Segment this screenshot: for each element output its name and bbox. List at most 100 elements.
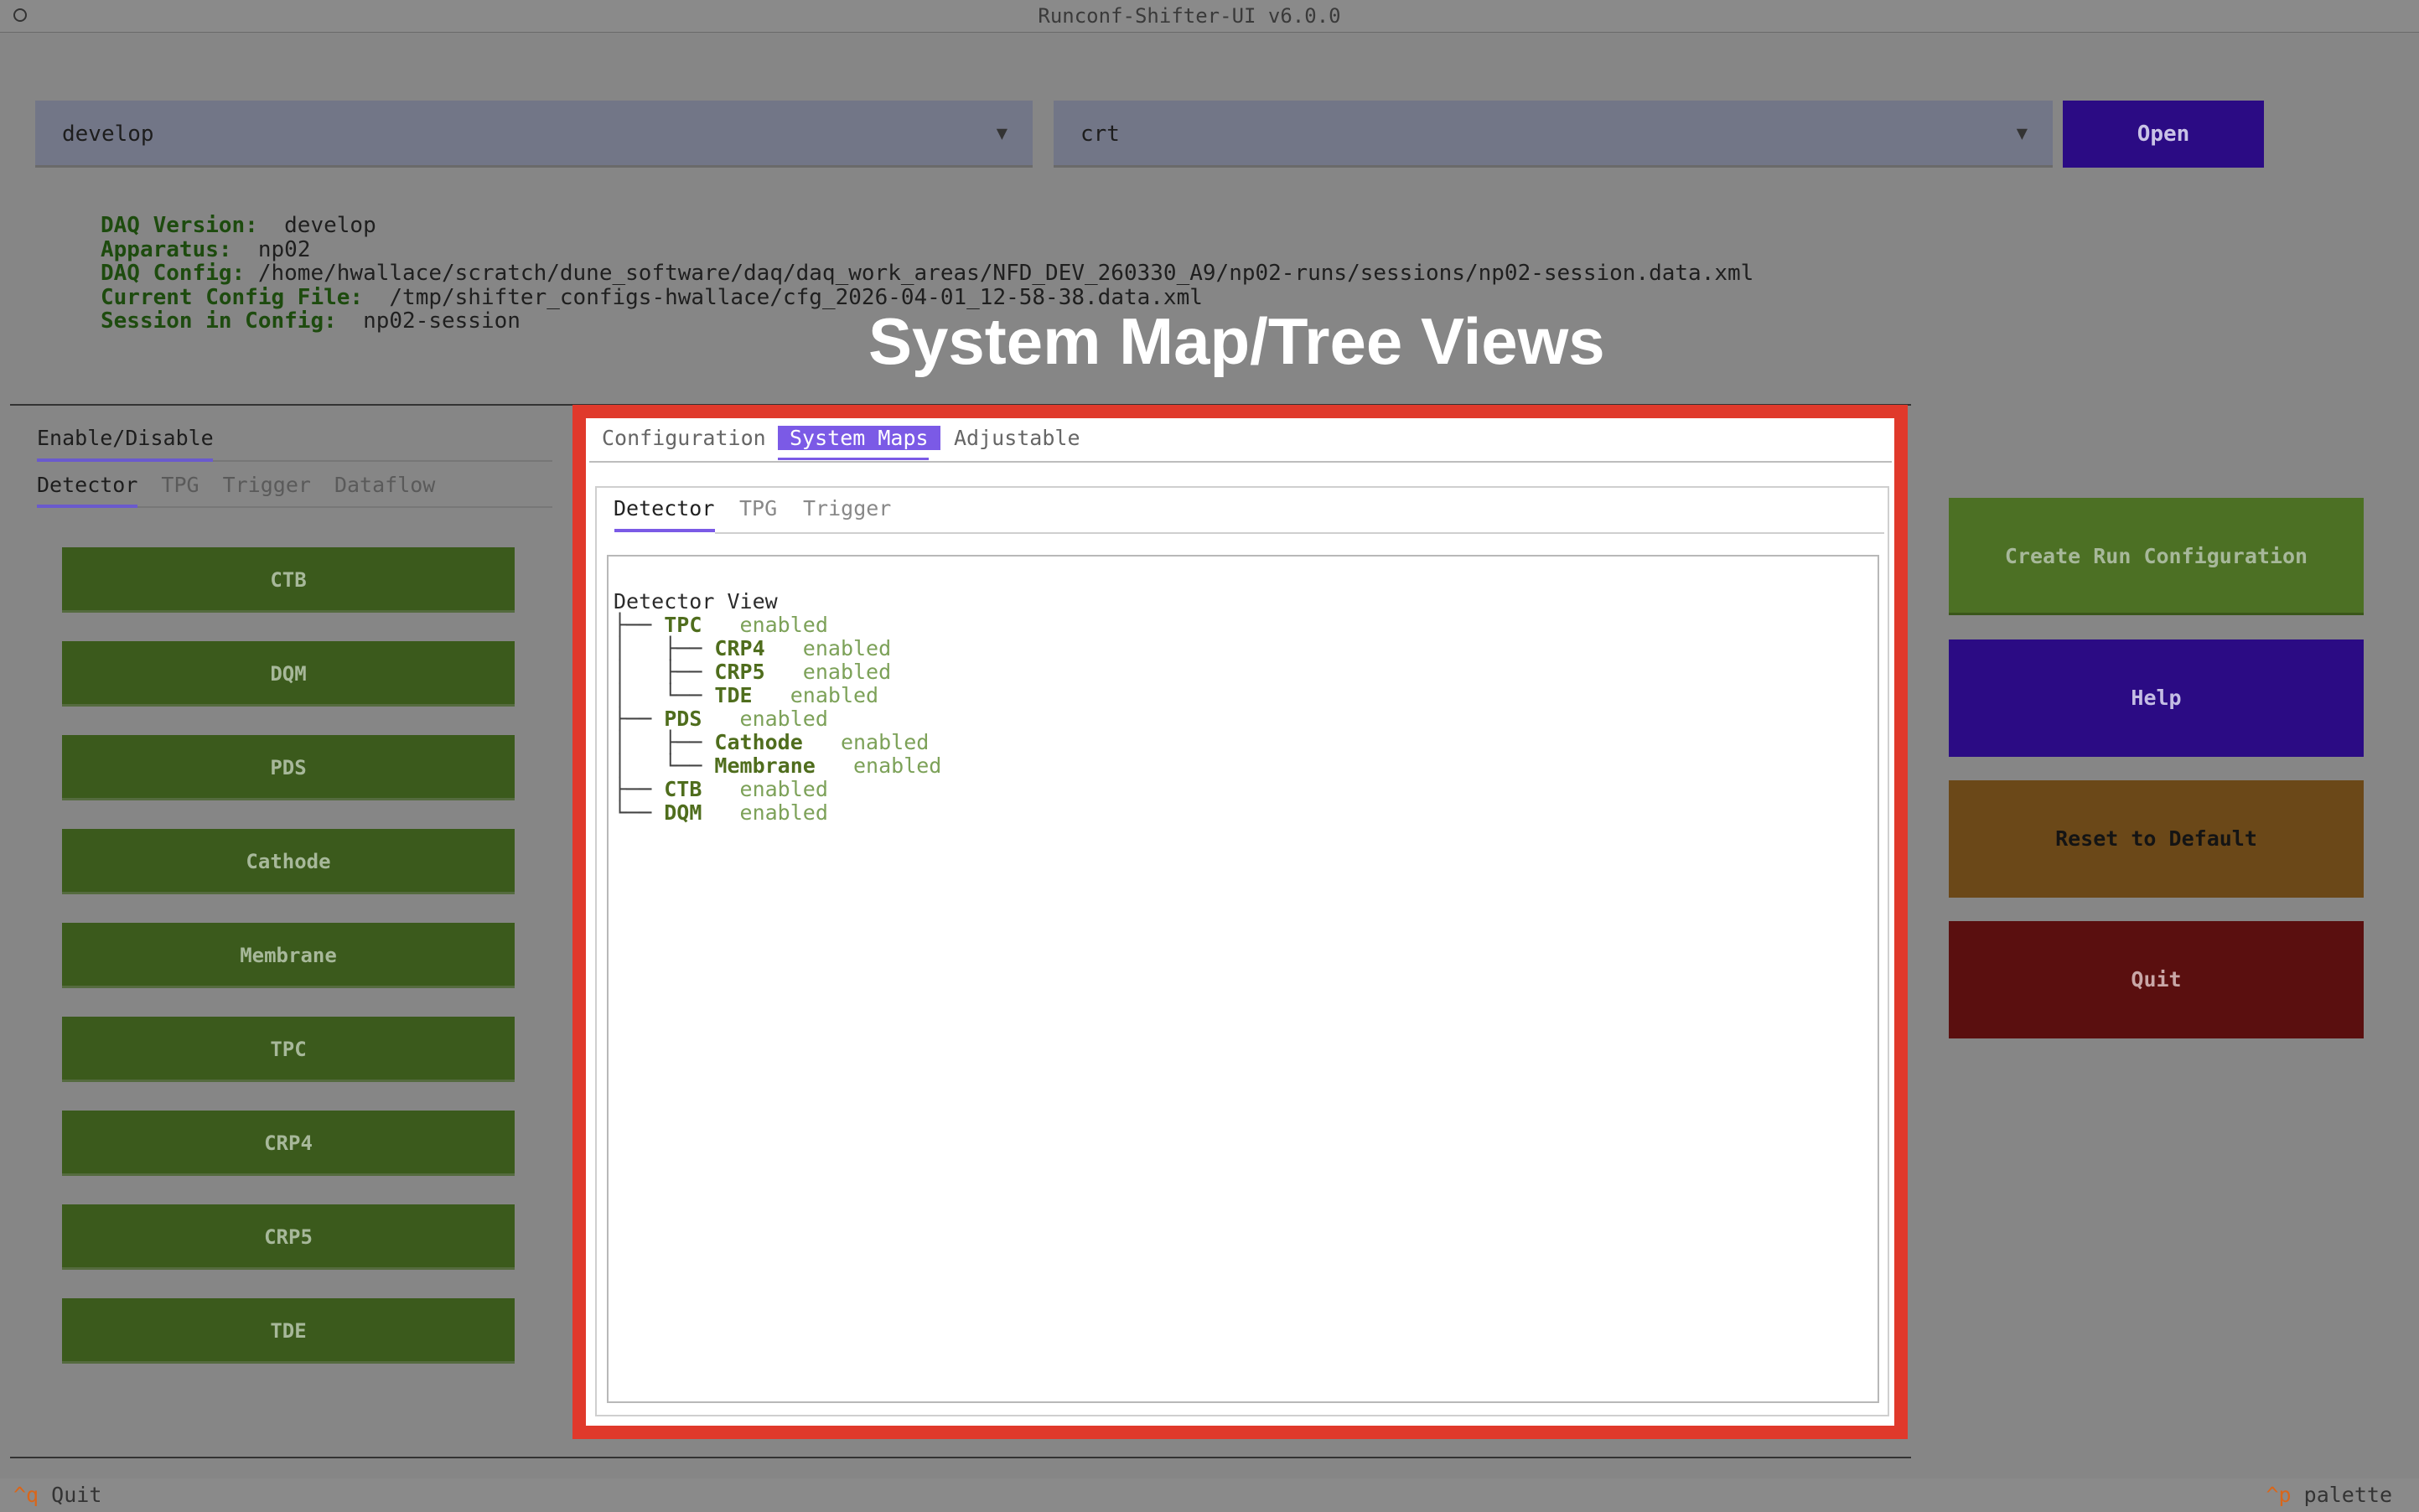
tree-guide: └── (614, 800, 665, 825)
open-button[interactable]: Open (2063, 101, 2264, 168)
tree-title: Detector View (614, 589, 778, 614)
tree-guide: │ ├── (614, 636, 715, 660)
tab-configuration[interactable]: Configuration (602, 426, 766, 450)
tab-track (715, 532, 1884, 534)
tab-underline (778, 458, 929, 460)
tab-dataflow[interactable]: Dataflow (334, 473, 435, 497)
tree-guide: │ └── (614, 683, 715, 707)
branch-select[interactable]: develop ▼ (35, 101, 1033, 168)
tree-node[interactable]: │ ├── CRP5 enabled (614, 660, 941, 684)
tree-node-name: Cathode (714, 730, 803, 754)
chevron-down-icon: ▼ (996, 123, 1007, 144)
tree-node-status: enabled (840, 730, 930, 754)
tree-node-status: enabled (739, 800, 828, 825)
footer-quit-binding[interactable]: ^q Quit (13, 1478, 101, 1512)
tree-node[interactable]: │ └── Membrane enabled (614, 754, 941, 778)
tree-node-status: enabled (802, 660, 892, 684)
tree-node-name: DQM (664, 800, 702, 825)
apparatus-label: Apparatus: (101, 236, 232, 262)
footer-palette-binding[interactable]: ^p palette (2266, 1478, 2392, 1512)
tab-underline (37, 458, 213, 462)
tree-node-status: enabled (739, 613, 828, 637)
tab-trigger-map[interactable]: Trigger (803, 496, 891, 520)
toggle-pds-button[interactable]: PDS (62, 735, 515, 800)
branch-select-value: develop (62, 122, 154, 147)
tab-detector-map[interactable]: Detector (614, 496, 714, 520)
tree-node[interactable]: ├── PDS enabled (614, 707, 941, 731)
toggle-tpc-button[interactable]: TPC (62, 1017, 515, 1082)
apparatus-value: np02 (257, 236, 311, 262)
tree-node[interactable]: │ ├── Cathode enabled (614, 731, 941, 754)
tree-node[interactable]: │ ├── CRP4 enabled (614, 637, 941, 660)
detector-tree: Detector View ├── TPC enabled │ ├── CRP4 e… (614, 567, 941, 848)
tree-guide: │ └── (614, 753, 715, 778)
create-run-configuration-button[interactable]: Create Run Configuration (1949, 498, 2364, 615)
tab-underline (37, 505, 137, 508)
tree-node[interactable]: │ └── TDE enabled (614, 684, 941, 707)
tree-node-status: enabled (802, 636, 892, 660)
daq-config-value: /home/hwallace/scratch/dune_software/daq… (257, 261, 1754, 286)
toggle-ctb-button[interactable]: CTB (62, 547, 515, 613)
toggle-crp4-button[interactable]: CRP4 (62, 1111, 515, 1176)
config-select[interactable]: crt ▼ (1054, 101, 2053, 168)
daq-config-label: DAQ Config: (101, 261, 246, 286)
current-config-label: Current Config File: (101, 284, 364, 310)
config-select-value: crt (1080, 122, 1120, 147)
tree-node-name: CRP4 (714, 636, 765, 660)
help-button[interactable]: Help (1949, 639, 2364, 757)
toggle-tde-button[interactable]: TDE (62, 1298, 515, 1364)
tab-track (589, 461, 1892, 463)
apparatus-row: Apparatus: np02 (101, 236, 1753, 262)
session-value: np02-session (363, 308, 521, 334)
daq-version-value: develop (284, 213, 376, 238)
left-subtabs: Detector TPG Trigger Dataflow (37, 473, 458, 497)
tree-guide: ├── (614, 707, 665, 731)
tree-node[interactable]: ├── CTB enabled (614, 778, 941, 801)
tree-guide: ├── (614, 613, 665, 637)
toggle-crp5-button[interactable]: CRP5 (62, 1204, 515, 1270)
tab-track (213, 460, 552, 462)
quit-button[interactable]: Quit (1949, 921, 2364, 1038)
tree-node-name: CRP5 (714, 660, 765, 684)
reset-to-default-button[interactable]: Reset to Default (1949, 780, 2364, 898)
overlay-heading: System Map/Tree Views (868, 304, 1605, 378)
toggle-dqm-button[interactable]: DQM (62, 641, 515, 707)
tree-node[interactable]: └── DQM enabled (614, 801, 941, 825)
tree-node[interactable]: ├── TPC enabled (614, 614, 941, 637)
window-title: Runconf-Shifter-UI v6.0.0 (1038, 4, 1341, 28)
quit-binding-label: Quit (51, 1483, 102, 1507)
tab-track (137, 506, 552, 508)
tree-guide: │ ├── (614, 660, 715, 684)
tab-detector[interactable]: Detector (37, 473, 137, 497)
toggle-membrane-button[interactable]: Membrane (62, 923, 515, 988)
tab-underline (614, 529, 715, 532)
tab-tpg[interactable]: TPG (161, 473, 199, 497)
tab-system-maps[interactable]: System Maps (778, 426, 940, 450)
quit-key: ^q (13, 1483, 39, 1507)
tree-node-status: enabled (853, 753, 942, 778)
tab-trigger[interactable]: Trigger (223, 473, 311, 497)
divider (10, 1457, 1911, 1458)
tree-guide: ├── (614, 777, 665, 801)
chevron-down-icon: ▼ (2016, 123, 2028, 144)
daq-version-row: DAQ Version: develop (101, 214, 1753, 238)
tab-tpg-map[interactable]: TPG (739, 496, 777, 520)
palette-key: ^p (2266, 1483, 2292, 1507)
tree-node-status: enabled (739, 707, 828, 731)
toggle-cathode-button[interactable]: Cathode (62, 829, 515, 894)
daq-config-row: DAQ Config: /home/hwallace/scratch/dune_… (101, 261, 1753, 286)
palette-binding-label: palette (2303, 1483, 2392, 1507)
tree-rows: ├── TPC enabled │ ├── CRP4 enabled │ ├── C… (614, 614, 941, 825)
tree-node-name: CTB (664, 777, 702, 801)
tree-node-name: PDS (664, 707, 702, 731)
tree-node-name: Membrane (714, 753, 816, 778)
tree-node-name: TPC (664, 613, 702, 637)
footer-bar: ^q Quit ^p palette (0, 1478, 2419, 1512)
tab-adjustable[interactable]: Adjustable (954, 426, 1080, 450)
daq-version-label: DAQ Version: (101, 213, 258, 238)
tree-guide: │ ├── (614, 730, 715, 754)
tree-node-status: enabled (739, 777, 828, 801)
session-label: Session in Config: (101, 308, 337, 334)
tree-node-status: enabled (790, 683, 879, 707)
tab-enable-disable[interactable]: Enable/Disable (37, 426, 214, 450)
